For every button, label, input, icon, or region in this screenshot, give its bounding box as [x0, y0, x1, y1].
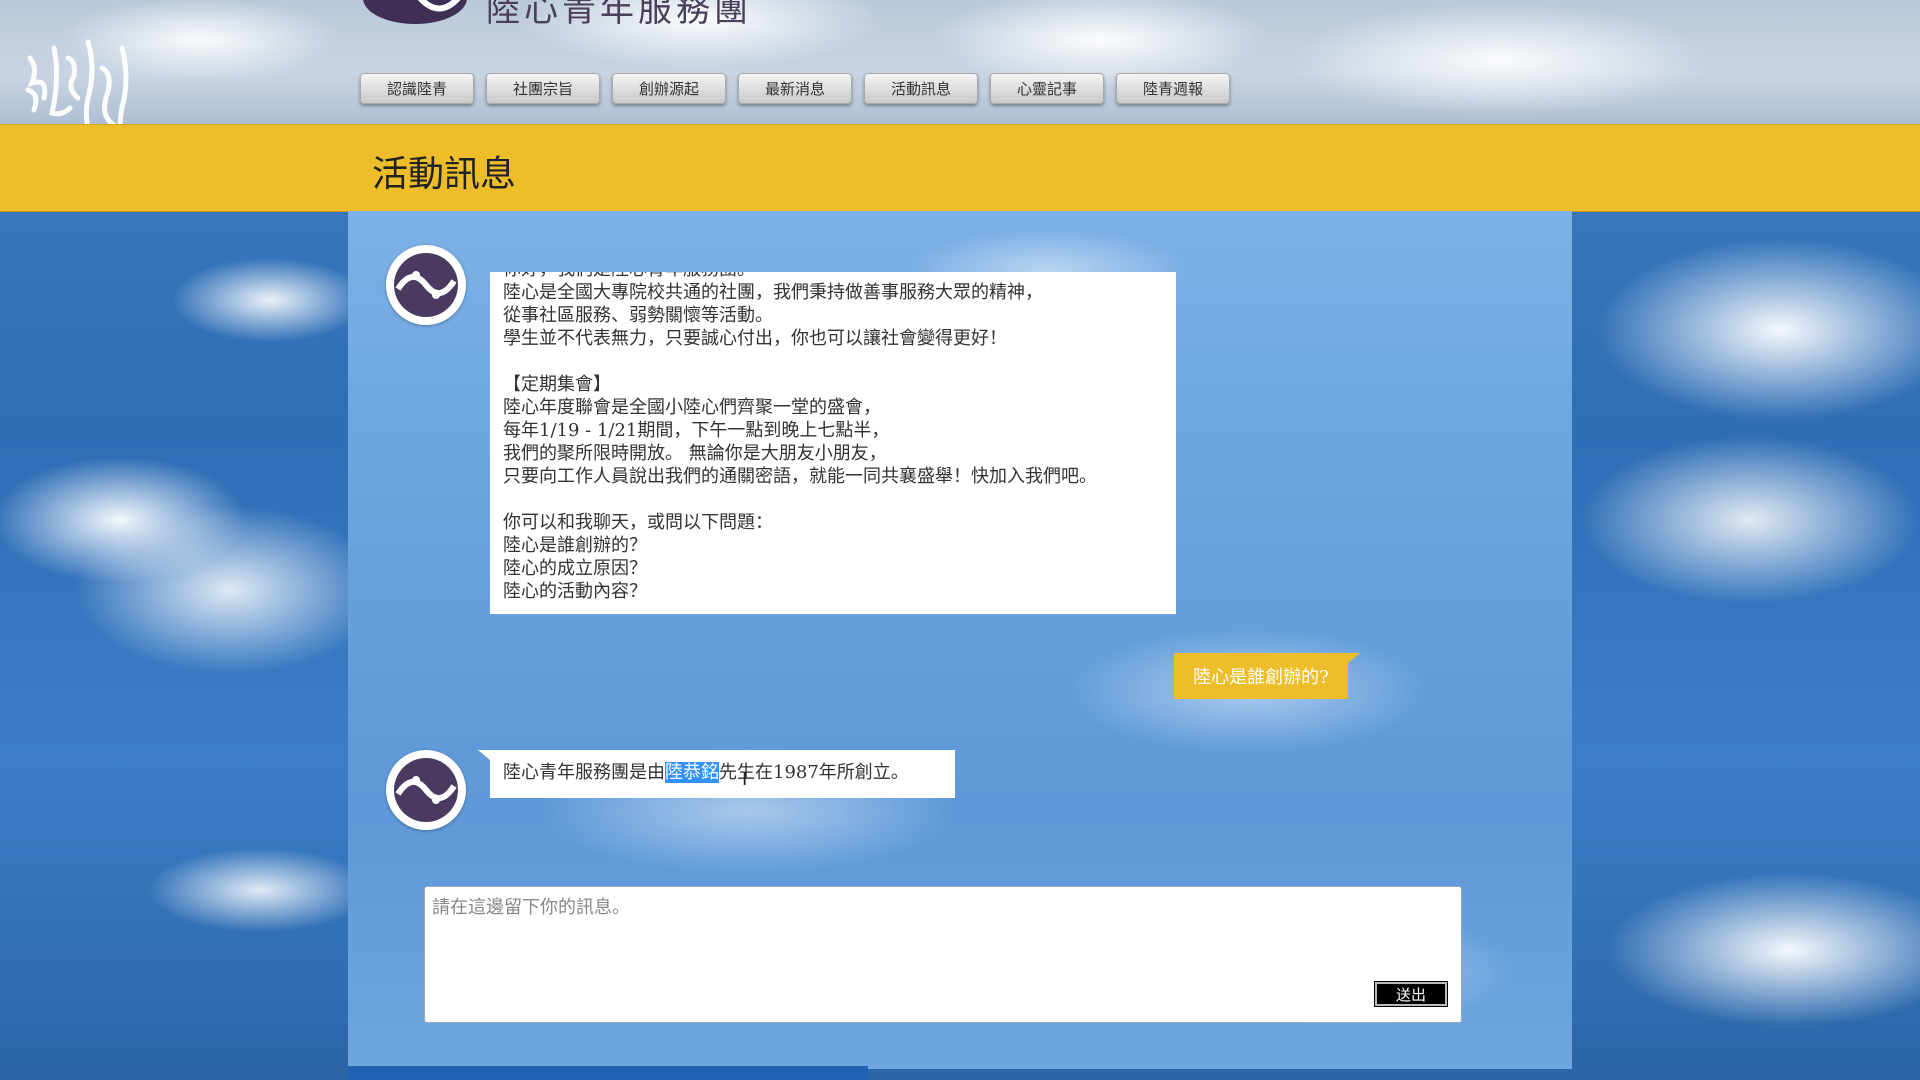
nav-item-news[interactable]: 最新消息 — [738, 73, 852, 104]
message-line: 學生並不代表無力，只要誠心付出，你也可以讓社會變得更好！ — [503, 328, 1007, 349]
selected-text[interactable]: 陸恭銘 — [665, 762, 719, 783]
bot-message-reply: 陸心青年服務團是由陸恭銘先生在1987年所創立。 — [478, 750, 955, 798]
nav-item-journal[interactable]: 心靈記事 — [990, 73, 1104, 104]
nav-item-weekly[interactable]: 陸青週報 — [1116, 73, 1230, 104]
title-bar: 活動訊息 — [0, 124, 1920, 212]
message-line: 【定期集會】 — [503, 374, 611, 395]
bot-avatar-icon — [394, 758, 458, 822]
message-input[interactable] — [425, 887, 1461, 1022]
message-line: 陸心是全國大專院校共通的社團，我們秉持做善事服務大眾的精神， — [503, 282, 1043, 303]
nav-item-origin[interactable]: 創辦源起 — [612, 73, 726, 104]
suggested-question: 陸心的成立原因？ — [503, 558, 647, 579]
user-message: 陸心是誰創辦的? — [1174, 653, 1360, 699]
bottom-strip — [348, 1066, 868, 1080]
message-line — [503, 488, 1163, 511]
page-title: 活動訊息 — [372, 154, 517, 195]
bot-message-intro: 你好，我們是陸心青年服務團。 陸心是全國大專院校共通的社團，我們秉持做善事服務大… — [490, 272, 1176, 614]
site-title: 陸心青年服務團 — [486, 0, 752, 30]
message-line: 陸心年度聯會是全國小陸心們齊聚一堂的盛會， — [503, 397, 881, 418]
message-input-box: 送出 — [424, 886, 1462, 1023]
message-line: 你可以和我聊天，或問以下問題： — [503, 512, 773, 533]
message-line: 我們的聚所限時開放。 無論你是大朋友小朋友， — [503, 443, 887, 464]
top-banner — [0, 0, 1920, 124]
suggested-question: 陸心是誰創辦的？ — [503, 535, 647, 556]
nav-item-about[interactable]: 認識陸青 — [360, 73, 474, 104]
reply-text-before: 陸心青年服務團是由 — [503, 762, 665, 783]
reply-text-after: 先生在1987年所創立。 — [719, 762, 909, 783]
main-nav: 認識陸青 社團宗旨 創辦源起 最新消息 活動訊息 心靈記事 陸青週報 — [360, 73, 1242, 104]
nav-item-mission[interactable]: 社團宗旨 — [486, 73, 600, 104]
bot-avatar — [386, 750, 466, 830]
message-line: 每年1/19 - 1/21期間，下午一點到晚上七點半， — [503, 420, 890, 441]
text-cursor-icon: I — [742, 769, 748, 790]
suggested-question: 陸心的活動內容？ — [503, 581, 647, 602]
message-line — [503, 350, 1163, 373]
nav-item-events[interactable]: 活動訊息 — [864, 73, 978, 104]
message-line: 只要向工作人員說出我們的通關密語，就能一同共襄盛舉！快加入我們吧。 — [503, 466, 1097, 487]
bot-avatar — [386, 245, 466, 325]
send-button[interactable]: 送出 — [1374, 981, 1448, 1007]
header-emblem-icon — [360, 0, 470, 26]
message-line: 你好，我們是陸心青年服務團。 — [503, 272, 1163, 281]
bot-avatar-icon — [394, 253, 458, 317]
message-line: 從事社區服務、弱勢關懷等活動。 — [503, 305, 773, 326]
